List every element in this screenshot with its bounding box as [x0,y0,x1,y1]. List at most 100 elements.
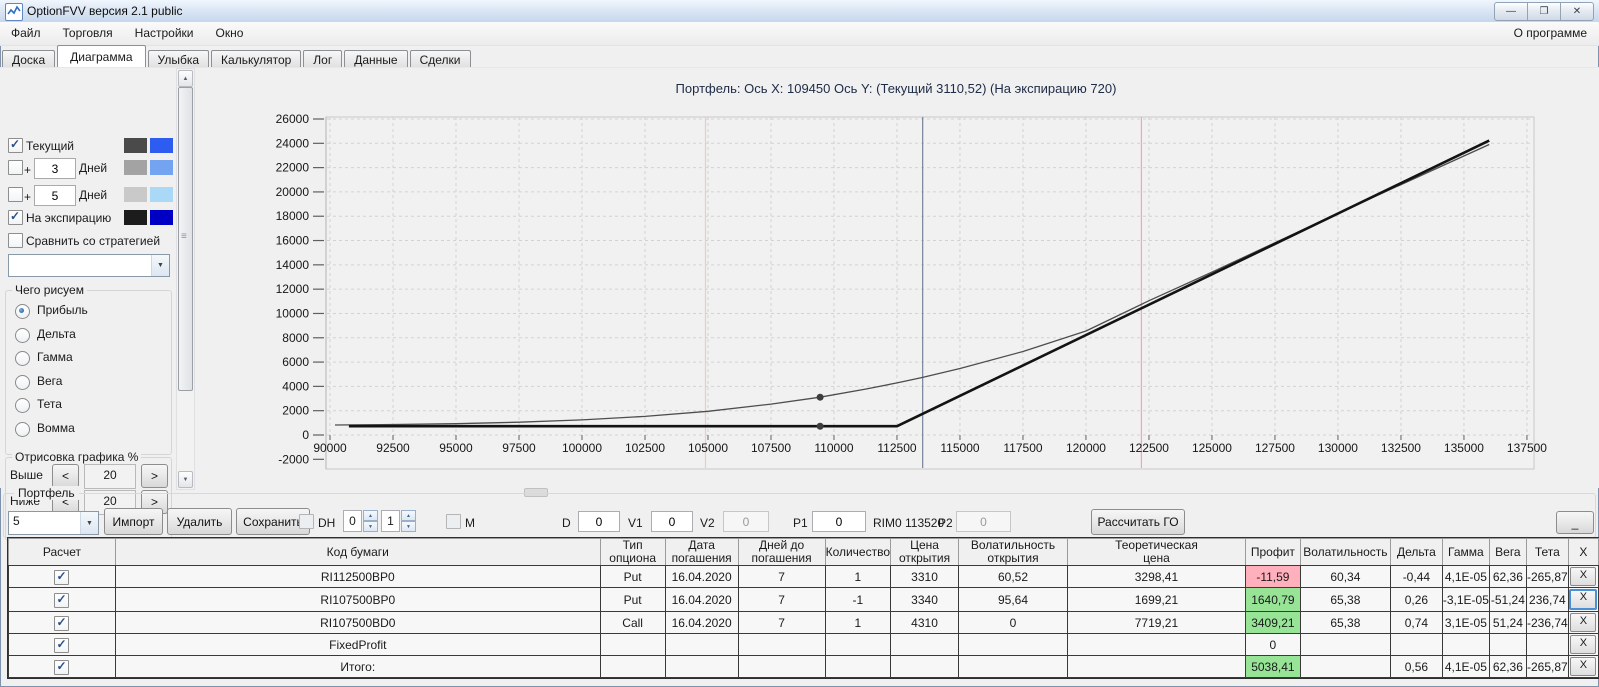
column-header[interactable]: Тип опциона [599,537,666,567]
series-checkbox[interactable] [8,187,23,202]
d-field-label: D [562,516,571,530]
column-header[interactable]: Профит [1244,537,1301,567]
column-header[interactable]: Количество [824,537,892,567]
color-swatch [150,138,173,153]
x-tick-label: 90000 [313,441,347,455]
p2-field-label: P2 [938,516,953,530]
menu-item-Окно[interactable]: Окно [205,22,255,43]
draw-option-radio[interactable] [15,422,30,437]
cell-vol: 65,38 [1299,587,1391,613]
spin-down-icon[interactable]: ▼ [401,521,416,532]
range-decrease-button[interactable]: < [52,464,79,488]
scrollbar-thumb[interactable] [178,87,193,391]
portfolio-selector[interactable]: 5 ▼ [8,511,99,535]
scroll-up-icon[interactable]: ▲ [178,70,193,87]
y-tick-label: 6000 [282,355,309,369]
cell-vol [1299,633,1391,657]
close-button[interactable]: ✕ [1561,2,1594,21]
range-increase-button[interactable]: > [141,464,168,488]
remove-row-button[interactable]: X [1570,635,1597,655]
column-header[interactable]: Дельта [1389,537,1443,567]
draw-option-row: Прибыль [15,303,88,322]
column-header[interactable]: Дата погашения [664,537,739,567]
collapse-panel-button[interactable]: _ [1556,511,1594,534]
v1-field[interactable] [651,511,693,532]
spin-down-icon[interactable]: ▼ [363,521,378,532]
draw-option-radio[interactable] [15,398,30,413]
spinner-arrows[interactable]: ▲ ▼ [363,510,378,532]
row-remove-cell: X [1567,655,1599,679]
remove-row-button[interactable]: X [1570,613,1597,633]
draw-group-title: Чего рисуем [12,283,87,297]
cell-open_price [890,655,960,679]
column-header[interactable]: Вега [1488,537,1527,567]
minimize-button[interactable]: — [1494,2,1528,21]
tab-Диаграмма[interactable]: Диаграмма [57,45,146,67]
portfolio-selector-value: 5 [13,514,20,528]
menu-item-about[interactable]: О программе [1514,26,1587,40]
portfolio-chart[interactable]: -2000 0 2000 4000 6000 8000 10000 12000 14000 160… [193,68,1599,488]
remove-row-button[interactable]: X [1570,657,1597,677]
dh-spinner-2[interactable]: 1 ▲ ▼ [381,510,416,532]
import-button[interactable]: Импорт [104,508,163,535]
draw-option-radio[interactable] [15,351,30,366]
x-tick-label: 120000 [1066,441,1106,455]
series-checkbox[interactable] [8,209,23,225]
dh-checkbox[interactable] [299,514,314,529]
p2-field[interactable] [956,511,1011,532]
row-calc-checkbox[interactable] [54,659,70,675]
cell-theta: -265,87 [1525,655,1569,679]
column-header[interactable]: Расчет [8,537,116,567]
d-field[interactable] [578,511,620,532]
chevron-down-icon: ▼ [80,512,98,534]
days-input[interactable] [34,158,76,179]
optionfvv-window: { "window": { "title": "OptionFVV версия… [0,0,1599,687]
p1-field[interactable] [812,511,866,532]
scroll-down-icon[interactable]: ▼ [178,471,193,488]
calc-margin-button[interactable]: Рассчитать ГО [1091,509,1185,535]
column-header[interactable]: X [1567,537,1599,567]
column-header[interactable]: Волатильность [1299,537,1391,567]
menu-item-Настройки[interactable]: Настройки [124,22,205,43]
draw-option-radio[interactable] [15,304,30,319]
remove-row-button[interactable]: X [1569,589,1598,611]
m-checkbox[interactable] [446,514,461,529]
row-calc-checkbox[interactable] [54,615,70,631]
cell-profit: 5038,41 [1244,655,1301,679]
menu-item-Файл[interactable]: Файл [0,22,52,43]
column-header[interactable]: Код бумаги [114,537,601,567]
row-calc-checkbox[interactable] [54,637,70,653]
x-tick-label: 125000 [1192,441,1232,455]
menu-item-Торговля[interactable]: Торговля [52,22,124,43]
cell-theo: 3298,41 [1066,565,1246,589]
cell-delta [1389,633,1443,657]
cell-open_vol: 95,64 [958,587,1068,613]
x-tick-label: 110000 [814,441,853,455]
draw-option-radio[interactable] [15,328,30,343]
series-checkbox[interactable] [8,137,23,153]
column-header[interactable]: Дней до погашения [737,537,826,567]
column-header[interactable]: Волатильность открытия [958,537,1068,567]
days-input[interactable] [34,185,76,206]
spin-up-icon[interactable]: ▲ [363,510,378,521]
table-row: RI107500BP0Put16.04.20207-1334095,641699… [8,587,1599,613]
v2-field[interactable] [723,511,769,532]
row-calc-checkbox[interactable] [54,569,70,585]
compare-strategy-checkbox[interactable] [8,233,23,248]
remove-row-button[interactable]: X [1570,567,1597,587]
column-header[interactable]: Цена открытия [890,537,960,567]
dh-label: DH [318,516,336,530]
cell-gamma: -3,1E-05 [1441,587,1490,613]
column-header[interactable]: Гамма [1441,537,1490,567]
spinner-arrows[interactable]: ▲ ▼ [401,510,416,532]
strategy-dropdown[interactable]: ▼ [8,254,170,277]
spin-up-icon[interactable]: ▲ [401,510,416,521]
maximize-button[interactable]: ❐ [1528,2,1561,21]
draw-option-radio[interactable] [15,375,30,390]
row-calc-checkbox[interactable] [54,592,70,608]
column-header[interactable]: Тета [1525,537,1569,567]
delete-button[interactable]: Удалить [167,508,232,535]
series-checkbox[interactable] [8,160,23,175]
dh-spinner-1[interactable]: 0 ▲ ▼ [343,510,378,532]
column-header[interactable]: Теоретическая цена [1066,537,1246,567]
